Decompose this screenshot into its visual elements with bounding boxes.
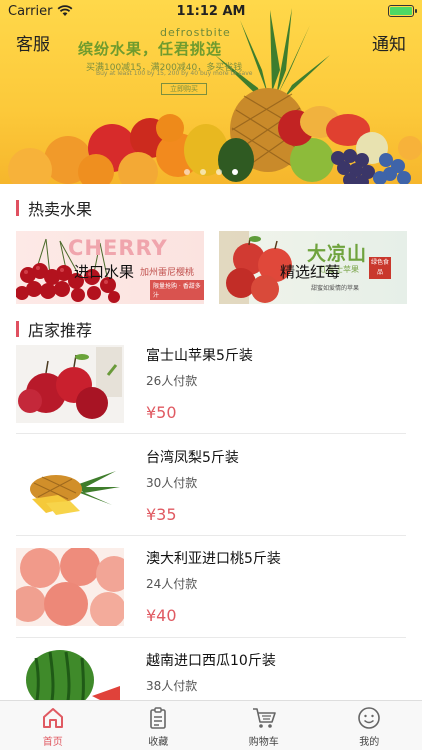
carousel-dot[interactable] — [200, 169, 206, 175]
clipboard-icon — [150, 707, 167, 729]
apple-art-seal: 绿色食品 — [369, 257, 391, 279]
tab-label: 收藏 — [148, 737, 169, 748]
tab-label: 购物车 — [248, 737, 279, 748]
product-image — [16, 447, 124, 525]
section-title: 热卖水果 — [28, 200, 93, 219]
tab-favorites[interactable]: 收藏 — [106, 701, 212, 750]
home-icon — [42, 708, 63, 728]
banner-promo-english: Buy at least 100 by 15, 200 by 40 buy mo… — [96, 70, 253, 77]
banner-nav: 客服 通知 — [0, 30, 422, 58]
carousel-dots[interactable] — [0, 169, 422, 175]
status-bar: Carrier 11:12 AM — [0, 0, 422, 22]
product-item[interactable]: 富士山苹果5斤装 26人付款 ¥50 — [0, 345, 422, 447]
product-sales-count: 30人付款 — [146, 476, 198, 490]
hot-card-label: 精选红莓 — [280, 263, 341, 281]
product-name: 澳大利亚进口桃5斤装 — [146, 551, 281, 567]
product-price: ¥50 — [146, 403, 177, 422]
cart-icon — [252, 708, 276, 728]
product-item[interactable]: 台湾凤梨5斤装 30人付款 ¥35 — [0, 447, 422, 549]
cherry-art-title: CHERRY — [68, 236, 168, 260]
app-screen: 客服 通知 defrostbite 缤纷水果，任君挑选 买满100减15，满20… — [0, 0, 422, 750]
hot-card-label: 进口水果 — [74, 263, 135, 281]
list-divider — [16, 637, 406, 638]
carousel-dot[interactable] — [184, 169, 190, 175]
tab-home[interactable]: 首页 — [0, 701, 106, 750]
apples-photo-icon — [16, 345, 124, 423]
section-accent-bar — [16, 321, 19, 337]
banner-carousel[interactable]: 客服 通知 defrostbite 缤纷水果，任君挑选 买满100减15，满20… — [0, 0, 422, 184]
tab-bar: 首页 收藏 购物车 我的 — [0, 700, 422, 750]
tab-cart[interactable]: 购物车 — [211, 701, 317, 750]
hot-fruits-header: 热卖水果 — [16, 196, 92, 220]
carousel-dot-active[interactable] — [232, 169, 238, 175]
shop-recommend-header: 店家推荐 — [16, 317, 92, 341]
section-title: 店家推荐 — [28, 321, 93, 340]
apple-art-subtitle: 甜蜜如爱情的苹果 — [311, 285, 360, 292]
product-name: 台湾凤梨5斤装 — [146, 450, 239, 466]
tab-label: 我的 — [359, 737, 380, 748]
product-name: 越南进口西瓜10斤装 — [146, 653, 276, 669]
customer-service-link[interactable]: 客服 — [16, 30, 50, 58]
section-accent-bar — [16, 200, 19, 216]
product-sales-count: 26人付款 — [146, 374, 198, 388]
list-divider — [16, 535, 406, 536]
tab-profile[interactable]: 我的 — [317, 701, 422, 750]
product-price: ¥35 — [146, 505, 177, 524]
banner-buy-button[interactable]: 立即购买 — [161, 83, 207, 95]
imported-fruit-card[interactable]: CHERRY 加州雷尼樱桃 限量抢购 · 香甜多汁 进口水果 — [16, 231, 204, 304]
battery-level — [390, 7, 412, 15]
product-price: ¥40 — [146, 606, 177, 625]
peaches-photo-icon — [16, 548, 124, 626]
carrier-label: Carrier — [8, 3, 53, 19]
cherry-art-subtitle: 加州雷尼樱桃 — [140, 268, 195, 278]
product-image — [16, 345, 124, 423]
product-name: 富士山苹果5斤装 — [146, 348, 253, 364]
wifi-icon — [58, 5, 73, 16]
battery-icon — [388, 5, 417, 17]
product-sales-count: 38人付款 — [146, 679, 198, 693]
selected-berries-card[interactable]: 大凉山 红富士苹果 绿色食品 甜蜜如爱情的苹果 精选红莓 — [219, 231, 407, 304]
tab-label: 首页 — [42, 737, 63, 748]
carousel-dot[interactable] — [216, 169, 222, 175]
pineapple-photo-icon — [16, 447, 124, 525]
notification-link[interactable]: 通知 — [372, 30, 406, 58]
cherry-art-tag: 限量抢购 · 香甜多汁 — [150, 280, 204, 300]
product-image — [16, 548, 124, 626]
product-sales-count: 24人付款 — [146, 577, 198, 591]
list-divider — [16, 433, 406, 434]
product-item[interactable]: 澳大利亚进口桃5斤装 24人付款 ¥40 — [0, 548, 422, 650]
smiley-icon — [358, 707, 381, 729]
